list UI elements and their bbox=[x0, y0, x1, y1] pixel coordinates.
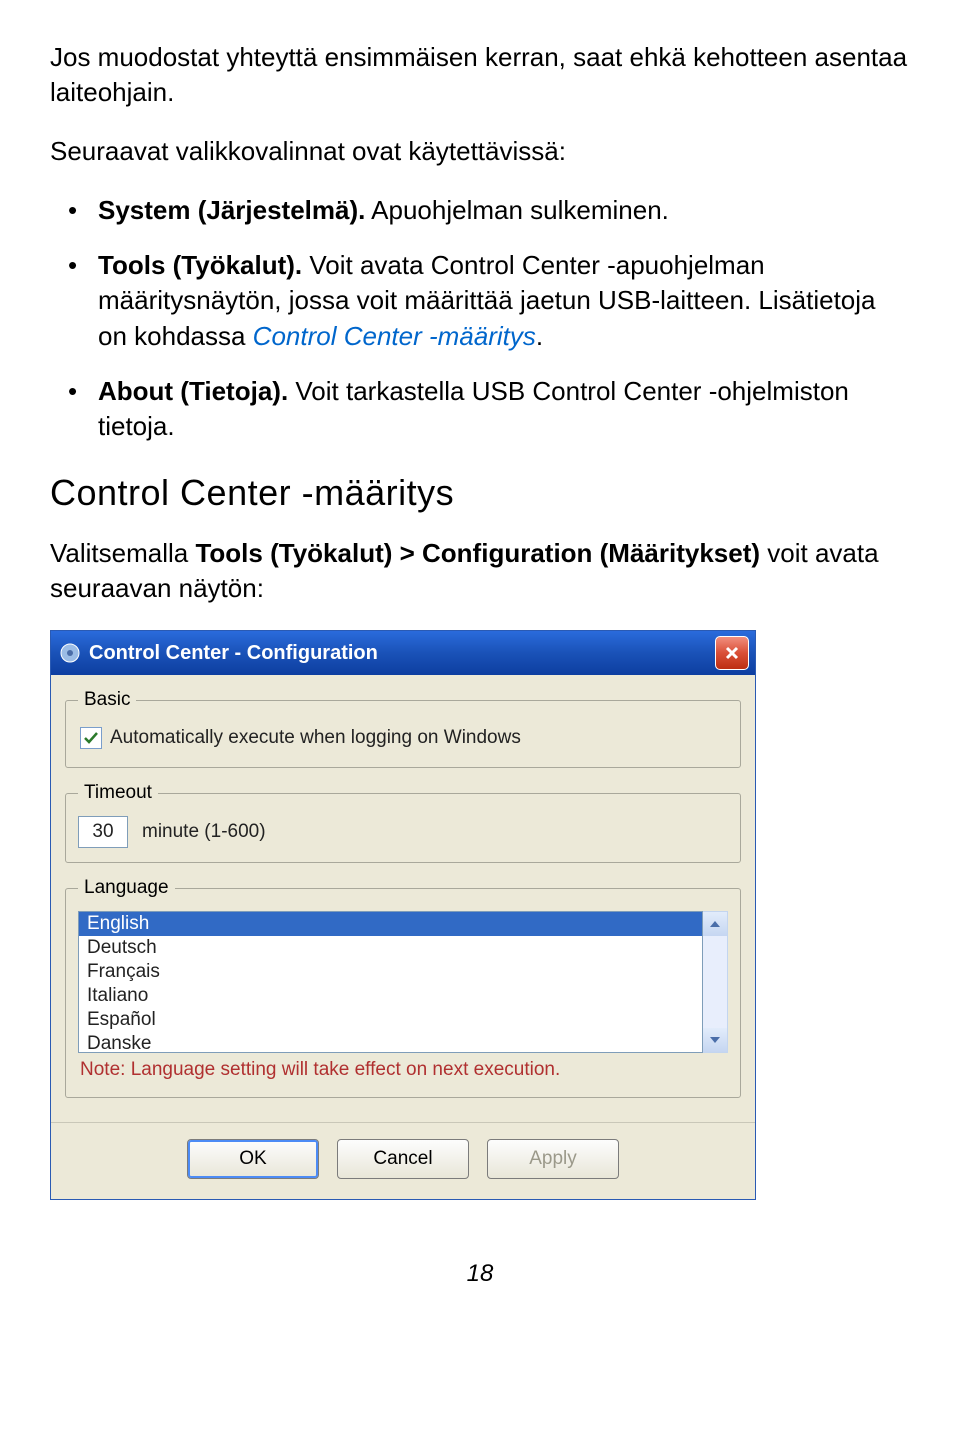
language-group: Language English Deutsch Français Italia… bbox=[65, 877, 741, 1098]
section-heading: Control Center -määritys bbox=[50, 472, 910, 514]
chevron-up-icon bbox=[709, 918, 721, 930]
bullet-about: About (Tietoja). Voit tarkastella USB Co… bbox=[50, 374, 910, 444]
bullet-tools: Tools (Työkalut). Voit avata Control Cen… bbox=[50, 248, 910, 353]
scroll-up-button[interactable] bbox=[703, 912, 727, 936]
timeout-group: Timeout 30 minute (1-600) bbox=[65, 782, 741, 863]
language-option[interactable]: Français bbox=[79, 960, 702, 984]
bullet-system: System (Järjestelmä). Apuohjelman sulkem… bbox=[50, 193, 910, 228]
language-option[interactable]: Español bbox=[79, 1008, 702, 1032]
cancel-button[interactable]: Cancel bbox=[337, 1139, 469, 1179]
bullet-system-text: Apuohjelman sulkeminen. bbox=[365, 195, 669, 225]
dialog-titlebar: Control Center - Configuration bbox=[51, 631, 755, 675]
auto-exec-label: Automatically execute when logging on Wi… bbox=[110, 727, 521, 749]
close-button[interactable] bbox=[715, 636, 749, 670]
language-listbox[interactable]: English Deutsch Français Italiano Españo… bbox=[78, 911, 703, 1053]
basic-group: Basic Automatically execute when logging… bbox=[65, 689, 741, 768]
ok-button[interactable]: OK bbox=[187, 1139, 319, 1179]
auto-exec-row[interactable]: Automatically execute when logging on Wi… bbox=[78, 723, 728, 753]
configuration-dialog: Control Center - Configuration Basic Aut… bbox=[50, 630, 756, 1200]
timeout-unit-label: minute (1-600) bbox=[142, 821, 266, 843]
language-scrollbar[interactable] bbox=[703, 911, 728, 1053]
language-note: Note: Language setting will take effect … bbox=[78, 1053, 728, 1083]
timeout-row: 30 minute (1-600) bbox=[78, 816, 728, 848]
intro-paragraph-2: Seuraavat valikkovalinnat ovat käytettäv… bbox=[50, 134, 910, 169]
timeout-legend: Timeout bbox=[78, 782, 158, 804]
bullet-tools-end: . bbox=[536, 321, 543, 351]
bullet-system-title: System (Järjestelmä). bbox=[98, 195, 365, 225]
open-config-bold: Tools (Työkalut) > Configuration (Määrit… bbox=[195, 538, 760, 568]
check-icon bbox=[83, 730, 99, 746]
language-option[interactable]: Danske bbox=[79, 1032, 702, 1053]
bullet-tools-title: Tools (Työkalut). bbox=[98, 250, 302, 280]
open-config-pre: Valitsemalla bbox=[50, 538, 195, 568]
apply-button[interactable]: Apply bbox=[487, 1139, 619, 1179]
basic-legend: Basic bbox=[78, 689, 136, 711]
close-icon bbox=[724, 645, 740, 661]
timeout-input[interactable]: 30 bbox=[78, 816, 128, 848]
chevron-down-icon bbox=[709, 1034, 721, 1046]
intro-paragraph-1: Jos muodostat yhteyttä ensimmäisen kerra… bbox=[50, 40, 910, 110]
language-option[interactable]: Deutsch bbox=[79, 936, 702, 960]
language-listbox-wrap: English Deutsch Français Italiano Españo… bbox=[78, 911, 728, 1053]
dialog-title: Control Center - Configuration bbox=[89, 642, 715, 665]
open-config-paragraph: Valitsemalla Tools (Työkalut) > Configur… bbox=[50, 536, 910, 606]
language-option[interactable]: English bbox=[79, 912, 702, 936]
page-number: 18 bbox=[50, 1260, 910, 1288]
app-icon bbox=[59, 642, 81, 664]
bullet-about-title: About (Tietoja). bbox=[98, 376, 288, 406]
dialog-button-row: OK Cancel Apply bbox=[51, 1122, 755, 1199]
auto-exec-checkbox[interactable] bbox=[80, 727, 102, 749]
dialog-body: Basic Automatically execute when logging… bbox=[51, 675, 755, 1122]
language-legend: Language bbox=[78, 877, 175, 899]
scroll-down-button[interactable] bbox=[703, 1028, 727, 1052]
bullet-list: System (Järjestelmä). Apuohjelman sulkem… bbox=[50, 193, 910, 444]
bullet-tools-link[interactable]: Control Center -määritys bbox=[253, 321, 536, 351]
language-option[interactable]: Italiano bbox=[79, 984, 702, 1008]
